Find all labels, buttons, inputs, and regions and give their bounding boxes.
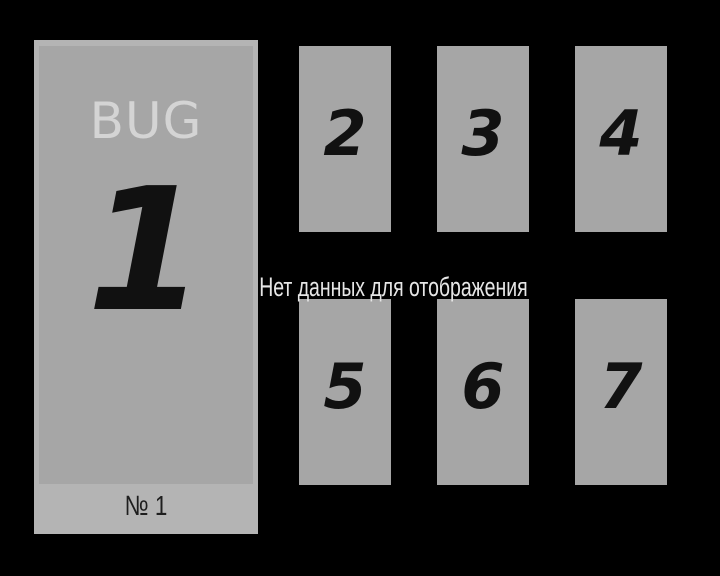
slot-number: 2 <box>323 97 367 170</box>
main-card-number: 1 <box>86 152 206 350</box>
slot-2[interactable]: 2 <box>299 46 391 232</box>
slot-number: 4 <box>599 97 643 170</box>
slot-6[interactable]: 6 <box>437 299 529 485</box>
slot-3[interactable]: 3 <box>437 46 529 232</box>
slot-number: 7 <box>599 350 643 423</box>
slot-5[interactable]: 5 <box>299 299 391 485</box>
main-card-face: BUG 1 <box>39 46 253 484</box>
slot-number: 5 <box>323 350 367 423</box>
bug-label: BUG <box>89 92 203 150</box>
slot-number: 3 <box>461 97 505 170</box>
main-card-footer: № 1 <box>124 490 168 521</box>
no-data-message: Нет данных для отображения <box>259 272 528 302</box>
slot-number: 6 <box>461 350 505 423</box>
slot-4[interactable]: 4 <box>575 46 667 232</box>
main-card[interactable]: BUG 1 № 1 <box>34 40 258 534</box>
slot-7[interactable]: 7 <box>575 299 667 485</box>
